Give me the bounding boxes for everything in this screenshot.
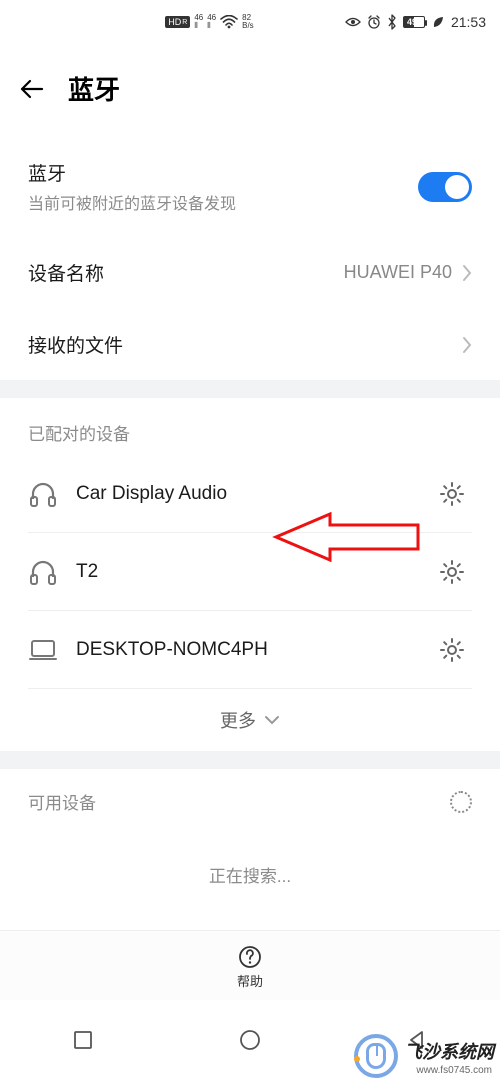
- paired-device-list: Car Display Audio T2 DESKTOP-NOMC4PH: [0, 455, 500, 751]
- back-button[interactable]: [18, 75, 46, 103]
- received-files-label: 接收的文件: [28, 331, 123, 358]
- bluetooth-toggle-row[interactable]: 蓝牙 当前可被附近的蓝牙设备发现: [28, 137, 472, 237]
- available-label: 可用设备: [28, 789, 96, 814]
- received-files-row[interactable]: 接收的文件: [28, 309, 472, 380]
- nav-home-button[interactable]: [239, 1029, 261, 1051]
- device-name-value: HUAWEI P40: [344, 262, 452, 283]
- headphones-icon: [28, 557, 68, 587]
- status-right: 49 21:53: [345, 14, 486, 30]
- battery-number: 49: [407, 17, 417, 27]
- eye-icon: [345, 16, 361, 28]
- paired-device-row[interactable]: DESKTOP-NOMC4PH: [28, 611, 472, 689]
- device-settings-button[interactable]: [432, 474, 472, 514]
- loading-spinner-icon: [450, 791, 472, 813]
- device-name-text: Car Display Audio: [68, 483, 432, 505]
- signal-1: 46 ⫴: [194, 14, 203, 30]
- watermark-url: www.fs0745.com: [416, 1065, 492, 1076]
- paired-section-label: 已配对的设备: [0, 398, 500, 455]
- section-divider: [0, 380, 500, 398]
- chevron-down-icon: [264, 715, 280, 725]
- watermark-logo-icon: [354, 1034, 398, 1078]
- chevron-right-icon: [462, 264, 472, 282]
- status-left: HDR 46 ⫴ 46 ⫴ 82 B/s: [14, 14, 345, 30]
- help-icon: [238, 945, 262, 969]
- sig1-bars: ⫴: [194, 22, 197, 30]
- device-name-row[interactable]: 设备名称 HUAWEI P40: [28, 237, 472, 309]
- device-settings-button[interactable]: [432, 552, 472, 592]
- sig2-bars: ⫴: [207, 22, 210, 30]
- wifi-icon: [220, 15, 238, 29]
- status-bar: HDR 46 ⫴ 46 ⫴ 82 B/s: [0, 0, 500, 44]
- device-settings-button[interactable]: [432, 630, 472, 670]
- help-label: 帮助: [237, 971, 263, 990]
- chevron-right-icon: [462, 336, 472, 354]
- hd-text: HD: [168, 17, 181, 27]
- help-button[interactable]: 帮助: [0, 930, 500, 1000]
- alarm-icon: [367, 15, 381, 29]
- signal-2: 46 ⫴: [207, 14, 216, 30]
- watermark: 飞沙系统网 www.fs0745.com: [354, 1034, 494, 1078]
- more-button[interactable]: 更多: [28, 689, 472, 751]
- headphones-icon: [28, 479, 68, 509]
- hd-icon: HDR: [165, 16, 190, 28]
- watermark-brand: 飞沙系统网: [404, 1042, 494, 1062]
- section-divider: [0, 751, 500, 769]
- leaf-icon: [431, 15, 445, 29]
- device-name-text: DESKTOP-NOMC4PH: [68, 639, 432, 661]
- page-title: 蓝牙: [68, 70, 120, 107]
- device-name-text: T2: [68, 561, 432, 583]
- bluetooth-toggle[interactable]: [418, 172, 472, 202]
- bluetooth-title: 蓝牙: [28, 159, 236, 186]
- available-devices-header: 可用设备: [0, 769, 500, 834]
- speed-unit: B/s: [242, 22, 254, 30]
- net-speed: 82 B/s: [242, 14, 254, 30]
- nav-recent-button[interactable]: [72, 1029, 94, 1051]
- clock-text: 21:53: [451, 14, 486, 30]
- device-name-label: 设备名称: [28, 259, 104, 286]
- header: 蓝牙: [0, 44, 500, 137]
- laptop-icon: [28, 635, 68, 665]
- bluetooth-icon: [387, 14, 397, 30]
- more-label: 更多: [220, 707, 256, 733]
- bluetooth-subtitle: 当前可被附近的蓝牙设备发现: [28, 190, 236, 214]
- hd-sub: R: [182, 19, 187, 26]
- battery-icon: 49: [403, 16, 425, 28]
- annotation-arrow: [270, 512, 420, 562]
